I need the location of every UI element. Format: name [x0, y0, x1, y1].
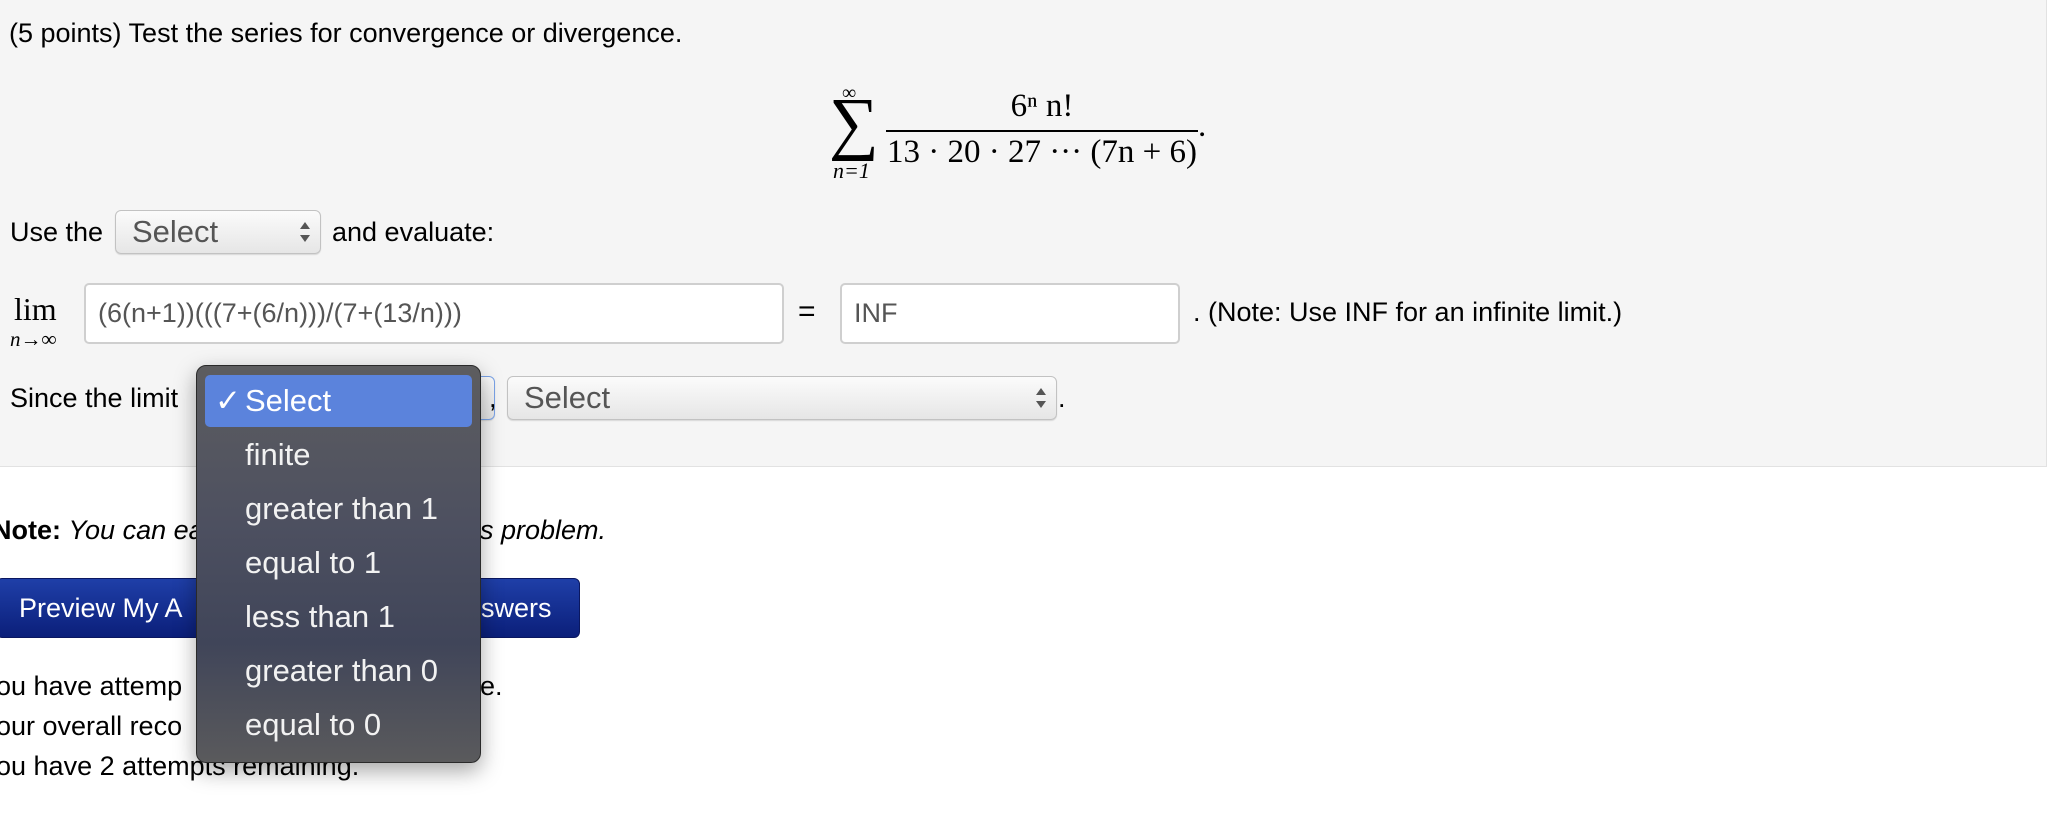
dropdown-option-equal-to-0[interactable]: equal to 0 — [205, 699, 472, 751]
updown-arrows-icon — [1036, 388, 1046, 408]
conclusion-select-value: Select — [524, 380, 611, 415]
attempted-status: ou have attemp — [0, 671, 183, 701]
lim-subscript: n→∞ — [10, 327, 57, 351]
and-evaluate-label: and evaluate: — [332, 217, 495, 247]
equals-sign: = — [798, 295, 816, 328]
attempted-status-tail: e. — [480, 671, 503, 701]
checkmark-icon: ✓ — [215, 383, 241, 418]
dropdown-option-greater-than-0[interactable]: greater than 0 — [205, 645, 472, 697]
dropdown-option-equal-to-1[interactable]: equal to 1 — [205, 537, 472, 589]
limit-expression-input[interactable]: (6(n+1))(((7+(6/n)))/(7+(13/n))) — [84, 283, 784, 344]
sigma-symbol: ∑ — [829, 85, 879, 162]
limit-comparison-dropdown-menu: ✓ Select finite greater than 1 equal to … — [196, 365, 481, 763]
use-the-label: Use the — [10, 217, 104, 247]
series-numerator: 6ⁿ n! — [1010, 88, 1074, 124]
limit-note: . (Note: Use INF for an infinite limit.) — [1193, 297, 1623, 327]
option-label: Select — [245, 383, 332, 418]
note-line: Note: You can ea — [0, 514, 204, 546]
comma-text: , — [489, 383, 497, 413]
note-label: Note: — [0, 515, 61, 545]
series-denominator: 13 · 20 · 27 ··· (7n + 6) — [886, 134, 1198, 170]
sum-lower-limit: n=1 — [833, 158, 870, 183]
problem-title: (5 points) Test the series for convergen… — [9, 18, 683, 48]
updown-arrows-icon — [300, 222, 310, 242]
dropdown-option-greater-than-1[interactable]: greater than 1 — [205, 483, 472, 535]
dropdown-option-less-than-1[interactable]: less than 1 — [205, 591, 472, 643]
note-text-right: s problem. — [480, 515, 607, 545]
overall-record-status: our overall reco — [0, 711, 183, 741]
submit-button-label: swers — [481, 593, 552, 623]
test-select[interactable]: Select — [115, 210, 321, 254]
limit-result-input[interactable]: INF — [840, 283, 1180, 344]
lim-symbol: lim — [14, 291, 57, 327]
test-select-value: Select — [132, 214, 219, 249]
fraction-bar — [886, 130, 1198, 132]
dropdown-option-select[interactable]: ✓ Select — [205, 375, 472, 427]
preview-button-label: Preview My A — [19, 593, 183, 623]
since-label: Since the limit — [10, 383, 179, 413]
period-text: . — [1058, 383, 1066, 413]
series-period: . — [1198, 108, 1207, 144]
conclusion-select[interactable]: Select — [507, 376, 1057, 420]
dropdown-option-finite[interactable]: finite — [205, 429, 472, 481]
note-text-left: You can ea — [68, 515, 204, 545]
